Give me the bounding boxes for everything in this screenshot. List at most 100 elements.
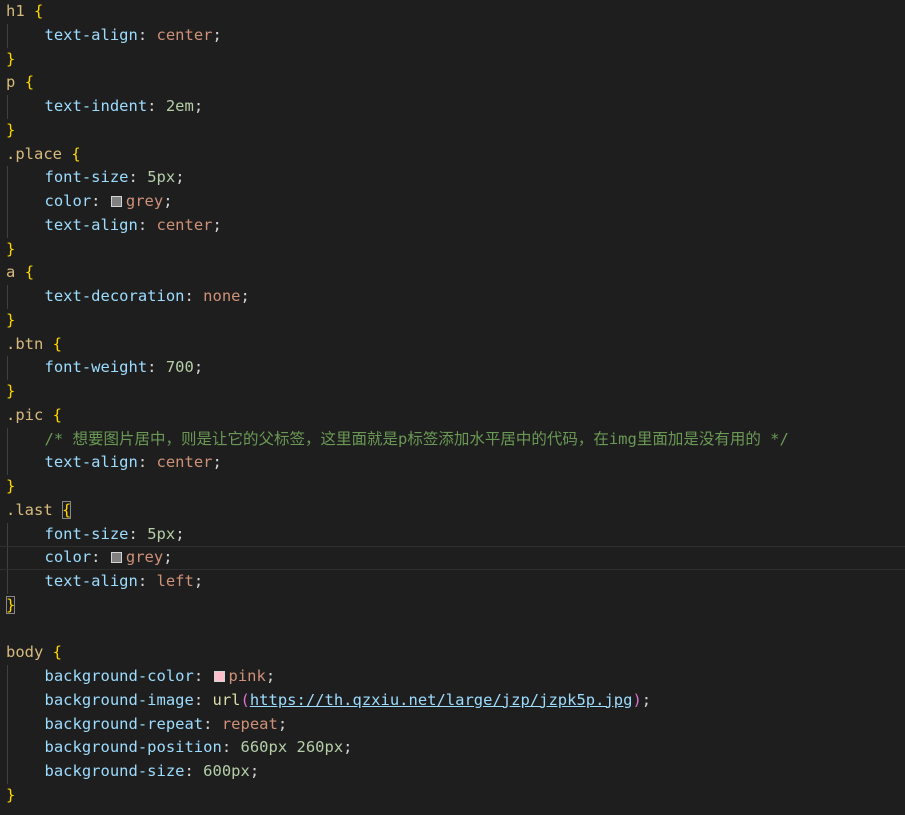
value: pink bbox=[228, 667, 266, 685]
colon: : bbox=[147, 358, 157, 377]
code-line-12: a { bbox=[0, 261, 905, 285]
open-brace: { bbox=[24, 263, 35, 282]
value: grey bbox=[125, 548, 164, 567]
colon: : bbox=[193, 667, 204, 685]
code-comment: /* 想要图片居中，则是让它的父标签，这里面就是p标签添加水平居中的代码，在im… bbox=[44, 429, 789, 448]
property: text-indent bbox=[44, 97, 148, 115]
open-brace: { bbox=[24, 73, 35, 92]
color-swatch-icon[interactable] bbox=[213, 671, 225, 682]
close-brace: } bbox=[6, 785, 16, 804]
code-line-33: background-size: 600px; bbox=[0, 760, 905, 784]
semicolon: ; bbox=[212, 453, 222, 472]
colon: : bbox=[128, 524, 138, 543]
selector: .last bbox=[6, 500, 53, 519]
color-swatch-icon[interactable] bbox=[110, 196, 122, 207]
value: center bbox=[156, 453, 213, 472]
indent-guide bbox=[7, 760, 8, 784]
property: background-position bbox=[44, 738, 222, 757]
colon: : bbox=[128, 168, 138, 187]
close-brace: } bbox=[6, 477, 16, 495]
property: font-size bbox=[44, 524, 129, 543]
open-brace-matched: { bbox=[62, 500, 72, 519]
property: background-image bbox=[44, 690, 194, 709]
property: text-align bbox=[44, 453, 138, 472]
semicolon: ; bbox=[212, 25, 222, 44]
semicolon: ; bbox=[249, 762, 260, 780]
code-line-10: text-align: center; bbox=[0, 213, 905, 238]
code-editor[interactable]: h1 { text-align: center; } p { text-inde… bbox=[0, 0, 905, 815]
property: text-decoration bbox=[44, 287, 185, 305]
code-line-5: text-indent: 2em; bbox=[0, 95, 905, 119]
value: center bbox=[156, 25, 213, 44]
semicolon: ; bbox=[641, 690, 652, 709]
code-line-25: text-align: left; bbox=[0, 570, 905, 594]
code-line-34: } bbox=[0, 784, 905, 808]
semicolon: ; bbox=[163, 192, 173, 210]
indent-guide bbox=[7, 570, 8, 594]
colon: : bbox=[137, 572, 148, 590]
close-brace: } bbox=[6, 120, 16, 139]
code-line-2: text-align: center; bbox=[0, 23, 905, 48]
colon: : bbox=[193, 690, 204, 709]
semicolon: ; bbox=[193, 358, 204, 377]
property: background-size bbox=[44, 762, 185, 780]
selector: a bbox=[6, 263, 16, 282]
colon: : bbox=[137, 25, 148, 44]
selector: .pic bbox=[6, 405, 44, 424]
value: grey bbox=[125, 192, 164, 210]
indent-guide bbox=[7, 522, 8, 547]
property: background-color bbox=[44, 667, 194, 685]
colon: : bbox=[137, 215, 148, 234]
semicolon: ; bbox=[175, 524, 185, 543]
url-link[interactable]: https://th.qzxiu.net/large/jzp/jzpk5p.jp… bbox=[250, 691, 633, 709]
semicolon: ; bbox=[193, 97, 204, 115]
colon: : bbox=[184, 287, 194, 305]
value: 600px bbox=[203, 762, 250, 780]
property: text-align bbox=[44, 572, 138, 590]
code-line-21: } bbox=[0, 475, 905, 499]
code-line-26: } bbox=[0, 594, 905, 618]
close-brace-matched: } bbox=[6, 595, 16, 614]
colon: : bbox=[221, 738, 232, 757]
colon: : bbox=[91, 548, 101, 567]
value: 5px bbox=[147, 168, 176, 187]
indent-guide bbox=[7, 688, 8, 713]
code-line-11: } bbox=[0, 238, 905, 262]
close-brace: } bbox=[6, 382, 16, 400]
semicolon: ; bbox=[212, 215, 222, 234]
value: repeat bbox=[221, 714, 278, 733]
code-line-24-current[interactable]: color: grey; bbox=[0, 546, 905, 570]
color-swatch-icon[interactable] bbox=[110, 552, 122, 564]
indent-guide bbox=[7, 427, 8, 452]
property: font-weight bbox=[44, 358, 148, 377]
selector: .place bbox=[6, 144, 62, 163]
code-line-18: .pic { bbox=[0, 404, 905, 428]
semicolon: ; bbox=[163, 548, 173, 567]
code-line-19: /* 想要图片居中，则是让它的父标签，这里面就是p标签添加水平居中的代码，在im… bbox=[0, 427, 905, 452]
code-line-4: p { bbox=[0, 71, 905, 95]
property: background-repeat bbox=[44, 714, 204, 733]
indent-guide bbox=[7, 547, 8, 569]
indent-guide bbox=[7, 451, 8, 475]
property: color bbox=[44, 548, 92, 567]
value: 5px bbox=[147, 524, 176, 543]
indent-guide bbox=[7, 166, 8, 190]
selector: h1 bbox=[6, 2, 25, 20]
open-brace: { bbox=[52, 405, 63, 424]
close-brace: } bbox=[6, 310, 16, 329]
close-brace: } bbox=[6, 49, 16, 68]
code-line-20: text-align: center; bbox=[0, 451, 905, 475]
semicolon: ; bbox=[193, 572, 204, 590]
close-paren: ) bbox=[632, 690, 642, 709]
code-line-23: font-size: 5px; bbox=[0, 522, 905, 547]
open-brace: { bbox=[52, 334, 63, 353]
value: 700 bbox=[165, 358, 194, 377]
selector: body bbox=[6, 643, 44, 662]
code-line-14: } bbox=[0, 309, 905, 333]
open-paren: ( bbox=[240, 690, 250, 709]
code-line-7: .place { bbox=[0, 143, 905, 167]
code-line-30: background-image: url(https://th.qzxiu.n… bbox=[0, 688, 905, 713]
semicolon: ; bbox=[277, 714, 288, 733]
open-brace: { bbox=[71, 144, 81, 163]
